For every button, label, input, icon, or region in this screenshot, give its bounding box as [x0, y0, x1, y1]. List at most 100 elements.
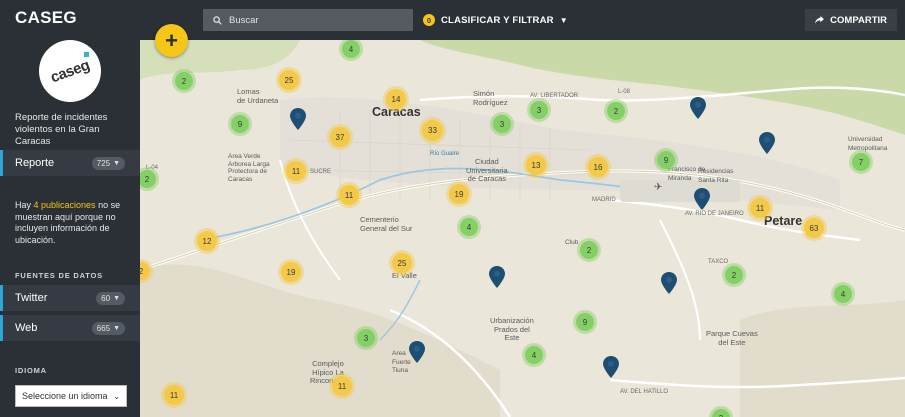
map-label-av-libertador: AV. LIBERTADOR — [530, 93, 579, 99]
top-bar: Buscar 0 CLASIFICAR Y FILTRAR ▼ COMPARTI… — [140, 0, 905, 40]
location-pin-icon[interactable] — [603, 356, 619, 378]
logo-dot — [84, 52, 89, 57]
map-label-simon: Simón Rodríguez — [473, 89, 508, 107]
cluster-marker[interactable]: 19 — [281, 262, 301, 282]
hidden-posts-note: Hay 4 publicaciones no se muestran aquí … — [15, 200, 130, 246]
report-count-badge[interactable]: 725 ▼ — [91, 156, 125, 170]
cluster-marker[interactable]: 12 — [197, 231, 217, 251]
share-icon — [815, 16, 825, 24]
sidebar-item-web[interactable]: Web 665 ▼ — [0, 315, 140, 341]
map-label-madrid: MADRID — [592, 197, 616, 203]
map-label-l08: L-08 — [618, 89, 631, 95]
cluster-marker[interactable]: 16 — [588, 157, 608, 177]
chevron-down-icon: ▼ — [113, 324, 120, 332]
cluster-marker[interactable]: 2 — [725, 266, 743, 284]
search-input[interactable]: Buscar — [203, 9, 413, 31]
cluster-marker[interactable]: 33 — [422, 120, 443, 141]
filter-count-badge: 0 — [423, 14, 435, 26]
cluster-marker[interactable]: 14 — [386, 89, 406, 109]
chevron-down-icon: ⌄ — [113, 391, 120, 401]
map-label-cementerio: Cementerio General del Sur — [360, 215, 413, 233]
filter-label: CLASIFICAR Y FILTRAR — [441, 14, 554, 26]
cluster-marker[interactable]: 13 — [526, 155, 546, 175]
map-label-av-rio: AV. RIO DE JANEIRO — [685, 211, 744, 217]
cluster-marker[interactable]: 7 — [852, 153, 870, 171]
map-label-club: Club — [565, 239, 579, 246]
cluster-marker[interactable]: 2 — [580, 241, 598, 259]
map-label-av-hatillo: AV. DEL HATILLO — [620, 389, 669, 395]
search-placeholder: Buscar — [229, 14, 259, 26]
cluster-marker[interactable]: 25 — [279, 70, 299, 90]
map-label-taxco: TAXCO — [708, 259, 729, 265]
cluster-marker[interactable]: 63 — [804, 218, 824, 238]
map[interactable]: Caracas Petare Lomas de Urdaneta Simón R… — [140, 40, 905, 417]
cluster-marker[interactable]: 2 — [175, 72, 193, 90]
sidebar-item-twitter[interactable]: Twitter 60 ▼ — [0, 285, 140, 311]
map-label-rio-guaire: Río Guaire — [430, 151, 460, 157]
map-label-francisco: Francisco de Miranda — [668, 166, 706, 182]
chevron-down-icon: ▼ — [113, 159, 120, 167]
logo[interactable]: caseg — [39, 40, 101, 102]
location-pin-icon[interactable] — [409, 341, 425, 363]
sources-title: FUENTES DE DATOS — [15, 271, 103, 280]
cluster-marker[interactable]: 4 — [834, 285, 852, 303]
location-pin-icon[interactable] — [690, 97, 706, 119]
cluster-marker[interactable]: 11 — [339, 185, 359, 205]
map-label-caracas: Caracas — [372, 105, 421, 119]
airport-icon: ✈ — [654, 182, 663, 193]
cluster-marker[interactable]: 4 — [525, 346, 543, 364]
filter-button[interactable]: 0 CLASIFICAR Y FILTRAR ▼ — [423, 9, 568, 31]
map-label-area-fuerte: Area Fuerte Tiuna — [392, 350, 411, 374]
map-label-petare: Petare — [764, 214, 803, 228]
cluster-marker[interactable]: 37 — [330, 127, 350, 147]
app-title[interactable]: CASEG — [15, 8, 77, 28]
map-label-area-verde: Area Verde Arborea Larga Protectora de C… — [228, 153, 270, 183]
map-label-parque: Parque Cuevas del Este — [706, 329, 758, 347]
language-select[interactable]: Seleccione un idioma ⌄ — [15, 385, 127, 407]
report-label: Reporte — [15, 157, 55, 169]
cluster-marker[interactable]: 19 — [449, 184, 469, 204]
cluster-marker[interactable]: 9 — [231, 115, 249, 133]
cluster-marker[interactable]: 11 — [750, 198, 770, 218]
map-label-sucre: SUCRE — [310, 169, 332, 175]
chevron-down-icon: ▼ — [113, 294, 120, 302]
cluster-marker[interactable]: 4 — [460, 218, 478, 236]
search-icon — [213, 15, 222, 25]
map-label-universidad: Universidad Metropolitana — [848, 136, 888, 152]
cluster-marker[interactable]: 4 — [342, 40, 360, 58]
location-pin-icon[interactable] — [661, 272, 677, 294]
cluster-marker[interactable]: 3 — [357, 329, 375, 347]
map-label-el-valle: El Valle — [392, 271, 417, 280]
language-title: IDIOMA — [15, 366, 47, 375]
cluster-marker[interactable]: 11 — [332, 376, 352, 396]
hidden-posts-link[interactable]: 4 publicaciones — [34, 200, 96, 210]
map-label-ciudad-universitaria: Ciudad Universitaria de Caracas — [466, 157, 508, 183]
location-pin-icon[interactable] — [694, 188, 710, 210]
language-select-value: Seleccione un idioma — [22, 391, 108, 401]
cluster-marker[interactable]: 11 — [164, 385, 184, 405]
cluster-marker[interactable]: 3 — [530, 101, 548, 119]
location-pin-icon[interactable] — [290, 108, 306, 130]
chevron-down-icon: ▼ — [559, 15, 568, 25]
twitter-label: Twitter — [15, 292, 48, 304]
cluster-marker[interactable]: 9 — [657, 151, 675, 169]
share-button[interactable]: COMPARTIR — [805, 9, 897, 31]
twitter-count: 60 — [101, 293, 111, 303]
twitter-count-badge[interactable]: 60 ▼ — [96, 291, 125, 305]
web-label: Web — [15, 322, 38, 334]
cluster-marker[interactable]: 2 — [607, 102, 625, 120]
cluster-marker[interactable]: 3 — [493, 115, 511, 133]
web-count: 665 — [96, 323, 111, 333]
cluster-marker[interactable]: 11 — [286, 161, 306, 181]
sidebar-item-report[interactable]: Reporte 725 ▼ — [0, 150, 140, 176]
web-count-badge[interactable]: 665 ▼ — [91, 321, 125, 335]
logo-text: caseg — [48, 56, 92, 86]
share-label: COMPARTIR — [830, 14, 887, 26]
add-report-button[interactable]: + — [155, 24, 188, 57]
cluster-marker[interactable]: 9 — [576, 313, 594, 331]
cluster-marker[interactable]: 25 — [392, 253, 412, 273]
location-pin-icon[interactable] — [489, 266, 505, 288]
report-count: 725 — [96, 158, 111, 168]
map-label-lomas: Lomas de Urdaneta — [237, 87, 279, 105]
location-pin-icon[interactable] — [759, 132, 775, 154]
